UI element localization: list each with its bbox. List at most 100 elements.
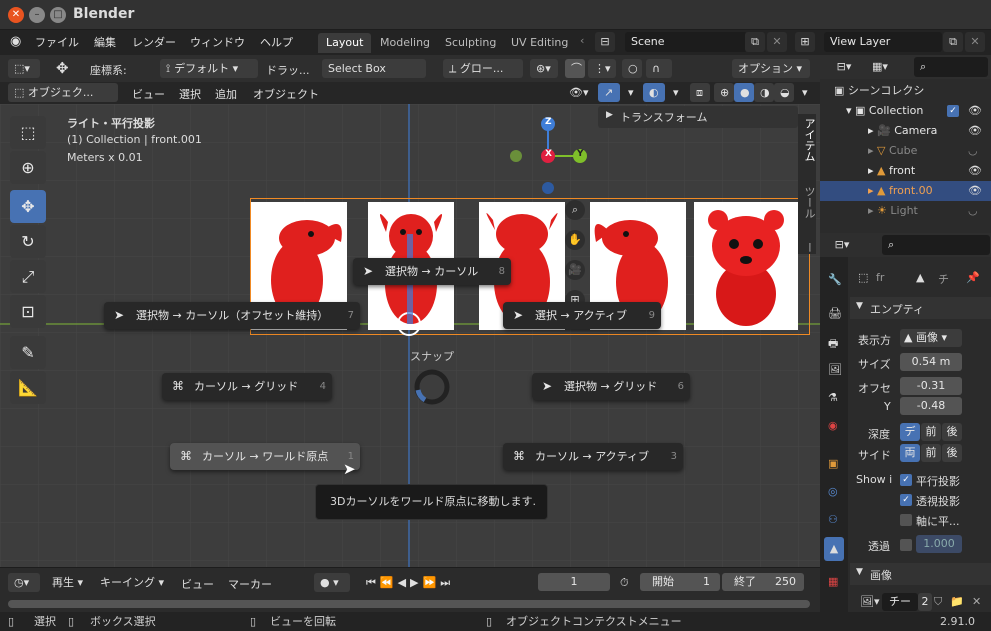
select-box-dropdown[interactable]: Select Box (322, 59, 426, 78)
tab-uv-editing[interactable]: UV Editing (503, 33, 576, 53)
image-users-count[interactable]: 2 (918, 593, 932, 611)
scale-tool-icon[interactable]: ⤢ (10, 260, 46, 293)
transparency-field[interactable]: 1.000 (916, 535, 962, 553)
menu-help[interactable]: ヘルプ (260, 34, 293, 50)
menu-edit[interactable]: 編集 (94, 34, 116, 50)
timeline-editor-type-icon[interactable]: ◷▾ (8, 573, 40, 592)
eye-icon[interactable]: 👁 (968, 161, 982, 181)
pie-selection-to-grid[interactable]: ➤ 選択物 → グリッド 6 (532, 373, 690, 400)
outliner-search-field[interactable]: ⌕ (914, 57, 988, 77)
pie-selection-to-active[interactable]: ➤ 選択 → アクティブ 9 (503, 302, 661, 329)
axis-aligned-checkbox[interactable] (900, 514, 912, 526)
view-layer-field[interactable]: View Layer (824, 32, 942, 52)
pin-icon[interactable]: 📌 (966, 271, 980, 284)
menu-window[interactable]: ウィンドウ (190, 34, 245, 50)
menu-render[interactable]: レンダー (132, 34, 176, 50)
collection-checkbox[interactable]: ✓ (947, 105, 959, 117)
pie-selection-to-cursor-offset[interactable]: ➤ 選択物 → カーソル（オフセット維持） 7 (104, 302, 360, 329)
outliner-light[interactable]: ▸ ☀ Light ◡ (820, 201, 991, 221)
data-tab-icon[interactable]: ▲ (824, 537, 844, 561)
constraints-tab-icon[interactable]: ⚇ (828, 513, 838, 526)
display-dropdown[interactable]: ▲ 画像 ▾ (900, 329, 962, 347)
wireframe-shading-icon[interactable]: ⊕ (714, 83, 734, 102)
pie-selection-to-cursor[interactable]: ➤ 選択物 → カーソル 8 (353, 258, 511, 285)
blender-logo-icon[interactable]: ◉ (10, 34, 21, 49)
eye-closed-icon[interactable]: ◡ (968, 201, 978, 221)
eye-icon[interactable]: 👁 (968, 121, 982, 141)
rendered-shading-icon[interactable]: ◒ (774, 83, 794, 102)
pie-cursor-to-active[interactable]: ⌘ カーソル → アクティブ 3 (503, 443, 683, 470)
viewlayer-browse-icon[interactable]: ⊞ (795, 32, 815, 52)
camera-view-icon[interactable]: 🎥 (565, 260, 585, 280)
timeline-view-menu[interactable]: ビュー (181, 576, 214, 592)
view-layer-tab-icon[interactable]: 🖼 (828, 363, 842, 376)
outliner-cube[interactable]: ▸ ▽ Cube ◡ (820, 141, 991, 161)
viewport-menu-select[interactable]: 選択 (179, 86, 201, 102)
zoom-icon[interactable]: ⌕ (565, 200, 585, 220)
current-frame-field[interactable]: 1 (538, 573, 610, 591)
perspective-checkbox[interactable]: ✓ (900, 494, 912, 506)
orthographic-checkbox[interactable]: ✓ (900, 474, 912, 486)
gizmo-toggle-icon[interactable]: ↗ (598, 83, 620, 102)
visibility-icon[interactable]: 👁▾ (563, 83, 593, 102)
close-window-button[interactable]: ✕ (8, 7, 24, 23)
eye-icon[interactable]: 👁 (968, 181, 982, 201)
filter-icon[interactable]: ▦▾ (870, 57, 890, 77)
texture-tab-icon[interactable]: ▦ (828, 575, 838, 588)
coordinate-system-dropdown[interactable]: ⟟ デフォルト ▾ (160, 59, 258, 78)
transparency-checkbox[interactable] (900, 539, 912, 551)
side-front-button[interactable]: 前 (921, 444, 941, 462)
depth-default-button[interactable]: デ (900, 423, 920, 441)
proportional-edit-icon[interactable]: ○ (622, 59, 642, 78)
outliner-front-001[interactable]: ▸ ▲ front.00 👁 (820, 181, 991, 201)
object-tab-icon[interactable]: ▣ (828, 457, 838, 470)
tool-selector-icon[interactable]: ⬚▾ (8, 59, 40, 78)
image-browse-icon[interactable]: 🖼▾ (860, 595, 880, 608)
eye-closed-icon[interactable]: ◡ (968, 141, 978, 161)
pan-hand-icon[interactable]: ✋ (565, 230, 585, 250)
tab-view[interactable]: ビュー (801, 242, 820, 254)
timeline-marker-menu[interactable]: マーカー (228, 576, 272, 592)
transform-tool-icon[interactable]: ⊡ (10, 295, 46, 328)
empty-section-header[interactable]: ▼ エンプティ (850, 297, 991, 319)
tab-tool[interactable]: ツール (801, 186, 817, 219)
depth-back-button[interactable]: 後 (942, 423, 962, 441)
display-mode-icon[interactable]: ⊟▾ (834, 57, 854, 77)
side-back-button[interactable]: 後 (942, 444, 962, 462)
output-tab-icon[interactable]: 🖶 (828, 335, 838, 354)
open-folder-icon[interactable]: 📁 (950, 595, 964, 608)
mode-dropdown[interactable]: ⬚ オブジェク... (8, 83, 118, 102)
tab-sculpting[interactable]: Sculpting (437, 33, 504, 53)
properties-search-field[interactable]: ⌕ (882, 235, 990, 255)
scene-delete-icon[interactable]: ✕ (767, 32, 787, 52)
render-tab-icon[interactable]: 🖨 (828, 307, 842, 320)
maximize-window-button[interactable]: □ (50, 7, 66, 23)
image-section-header[interactable]: ▼ 画像 (850, 563, 991, 585)
navigation-gizmo[interactable] (500, 112, 600, 212)
snap-target-icon[interactable]: ⋮▾ (588, 59, 616, 78)
pie-cursor-to-world-origin[interactable]: ⌘ カーソル → ワールド原点 1 (170, 443, 360, 470)
xray-icon[interactable]: ⧈ (690, 83, 710, 102)
viewport-menu-add[interactable]: 追加 (215, 86, 237, 102)
fake-user-icon[interactable]: ⛉ (934, 595, 942, 609)
select-box-tool-icon[interactable]: ⬚ (10, 116, 46, 149)
transform-panel-header[interactable]: ▶ トランスフォーム (598, 106, 798, 128)
physics-tab-icon[interactable]: ◎ (828, 485, 838, 498)
keying-menu[interactable]: キーイング ▾ (94, 573, 170, 592)
outliner-collection[interactable]: ▾ ▣ Collection ✓ 👁 (820, 101, 991, 121)
chiba-kun-figure-photo[interactable] (694, 202, 798, 330)
unlink-icon[interactable]: ✕ (972, 595, 981, 608)
gizmo-dropdown-icon[interactable]: ▾ (622, 83, 636, 102)
playback-controls-icons[interactable]: ⏮⏪◀▶⏩⏭ (360, 573, 480, 592)
pivot-point-icon[interactable]: ⊛▾ (530, 59, 558, 78)
minimize-window-button[interactable]: – (29, 7, 45, 23)
tabs-overflow-icon[interactable]: ‹ (580, 34, 584, 47)
eye-icon[interactable]: 👁 (968, 101, 982, 121)
measure-tool-icon[interactable]: 📐 (10, 371, 46, 404)
tool-tab-icon[interactable]: 🔧 (828, 273, 842, 286)
end-frame-field[interactable]: 終了 250 (722, 573, 804, 591)
size-field[interactable]: 0.54 m (900, 353, 962, 371)
outliner-scene-collection[interactable]: ▣ シーンコレクシ (820, 81, 991, 101)
side-both-button[interactable]: 両 (900, 444, 920, 462)
move-tool-icon[interactable]: ✥ (50, 59, 76, 78)
